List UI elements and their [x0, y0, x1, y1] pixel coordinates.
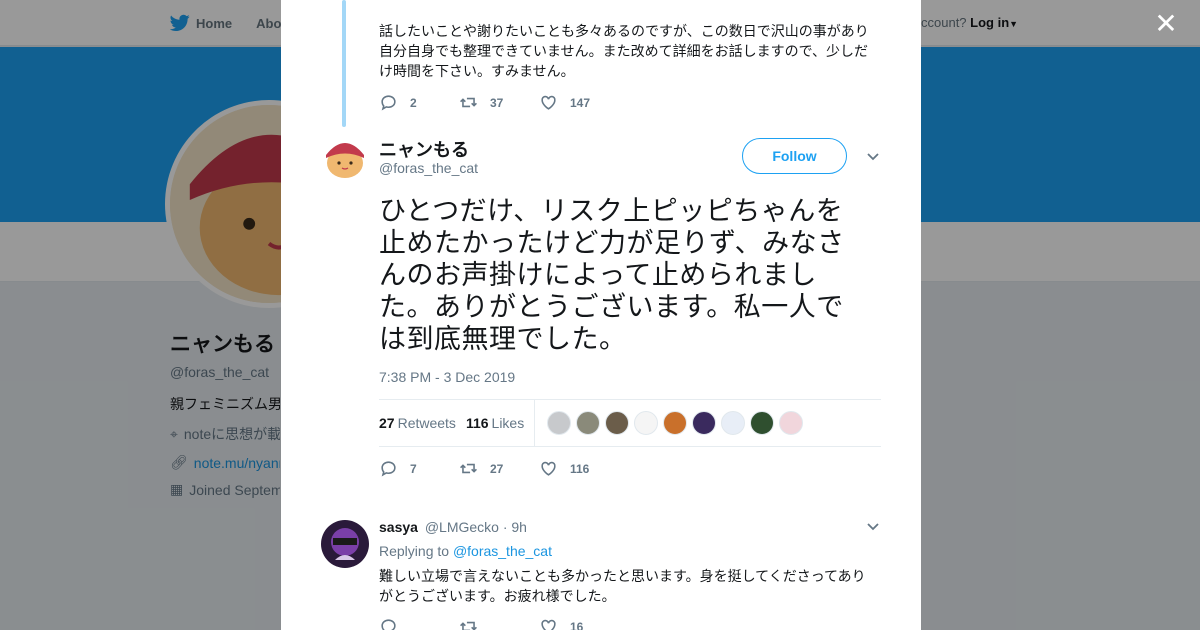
retweet-button[interactable]: 27: [459, 459, 539, 478]
heart-icon: [541, 461, 556, 476]
retweet-icon: [460, 97, 477, 108]
retweet-icon: [460, 621, 477, 630]
retweets-stat[interactable]: 27 Retweets: [379, 415, 456, 431]
like-count: 116: [570, 461, 590, 476]
likes-stat[interactable]: 116 Likes: [466, 415, 524, 431]
retweet-button[interactable]: 37: [459, 93, 539, 112]
tweet-permalink-modal: 話したいことや謝りたいことも多々あるのですが、この数日で沢山の事があり自分自身で…: [281, 0, 921, 630]
reply-count: 2: [410, 95, 417, 110]
reply-tweet-actions: 16: [379, 617, 619, 630]
replying-to-line: Replying to @foras_the_cat: [379, 543, 552, 559]
thread-connector-line: [342, 0, 346, 127]
author-name[interactable]: ニャンもる: [379, 136, 469, 162]
previous-tweet-text: 話したいことや謝りたいことも多々あるのですが、この数日で沢山の事があり自分自身で…: [379, 23, 869, 79]
liker-avatar[interactable]: [721, 411, 746, 435]
retweet-count: 27: [490, 461, 504, 476]
liker-avatars: [547, 411, 804, 435]
tweet-text: ひとつだけ、リスク上ピッピちゃんを止めたかったけど力が足りず、みなさんのお声掛け…: [379, 196, 845, 354]
cat-avatar-icon: [321, 133, 369, 181]
liker-avatar[interactable]: [692, 411, 717, 435]
reply-author-avatar[interactable]: [321, 520, 369, 568]
author-avatar[interactable]: [321, 133, 369, 181]
likes-stat-label: Likes: [491, 415, 525, 431]
reply-tweet-text: 難しい立場で言えないことも多かったと思います。身を挺してくださってありがとうござ…: [379, 568, 866, 604]
reply-time[interactable]: · 9h: [503, 519, 527, 535]
retweet-count: 37: [490, 95, 504, 110]
author-handle[interactable]: @foras_the_cat: [379, 160, 478, 176]
previous-tweet-actions: 2 37 147: [379, 93, 619, 112]
retweets-stat-count: 27: [379, 415, 395, 431]
tweet-stats: 27 Retweets 116 Likes: [379, 399, 881, 447]
replying-to-link[interactable]: @foras_the_cat: [453, 543, 552, 559]
reply-header: sasya @LMGecko · 9h: [379, 519, 527, 535]
follow-button[interactable]: Follow: [742, 138, 847, 174]
user-avatar-icon: [321, 520, 369, 568]
like-count: 16: [570, 619, 584, 630]
like-button[interactable]: 116: [539, 459, 619, 478]
liker-avatar[interactable]: [605, 411, 630, 435]
main-tweet-actions: 7 27 116: [379, 459, 619, 478]
retweet-button[interactable]: [459, 617, 539, 630]
likes-stat-count: 116: [465, 415, 489, 431]
replying-prefix: Replying to: [379, 543, 450, 559]
liker-avatar[interactable]: [634, 411, 659, 435]
liker-avatar[interactable]: [663, 411, 688, 435]
close-icon[interactable]: ✕: [1152, 10, 1180, 38]
liker-avatar[interactable]: [750, 411, 775, 435]
reply-button[interactable]: [379, 617, 459, 630]
reply-author-name[interactable]: sasya: [379, 519, 418, 535]
heart-icon: [541, 95, 556, 110]
stats-divider: [534, 400, 536, 446]
reply-button[interactable]: 2: [379, 93, 459, 112]
reply-button[interactable]: 7: [379, 459, 459, 478]
liker-avatar[interactable]: [576, 411, 601, 435]
reply-count: 7: [410, 461, 417, 476]
like-count: 147: [570, 95, 591, 110]
tweet-timestamp[interactable]: 7:38 PM - 3 Dec 2019: [379, 369, 515, 385]
chevron-down-icon[interactable]: [865, 519, 881, 535]
reply-icon: [381, 461, 396, 477]
retweets-stat-label: Retweets: [397, 415, 456, 431]
heart-icon: [541, 619, 556, 630]
like-button[interactable]: 16: [539, 617, 619, 630]
liker-avatar[interactable]: [779, 411, 804, 435]
liker-avatar[interactable]: [547, 411, 572, 435]
reply-author-handle[interactable]: @LMGecko: [425, 519, 499, 535]
reply-icon: [381, 95, 396, 111]
retweet-icon: [460, 463, 477, 474]
like-button[interactable]: 147: [539, 93, 619, 112]
reply-icon: [381, 619, 396, 630]
chevron-down-icon[interactable]: [865, 149, 881, 165]
